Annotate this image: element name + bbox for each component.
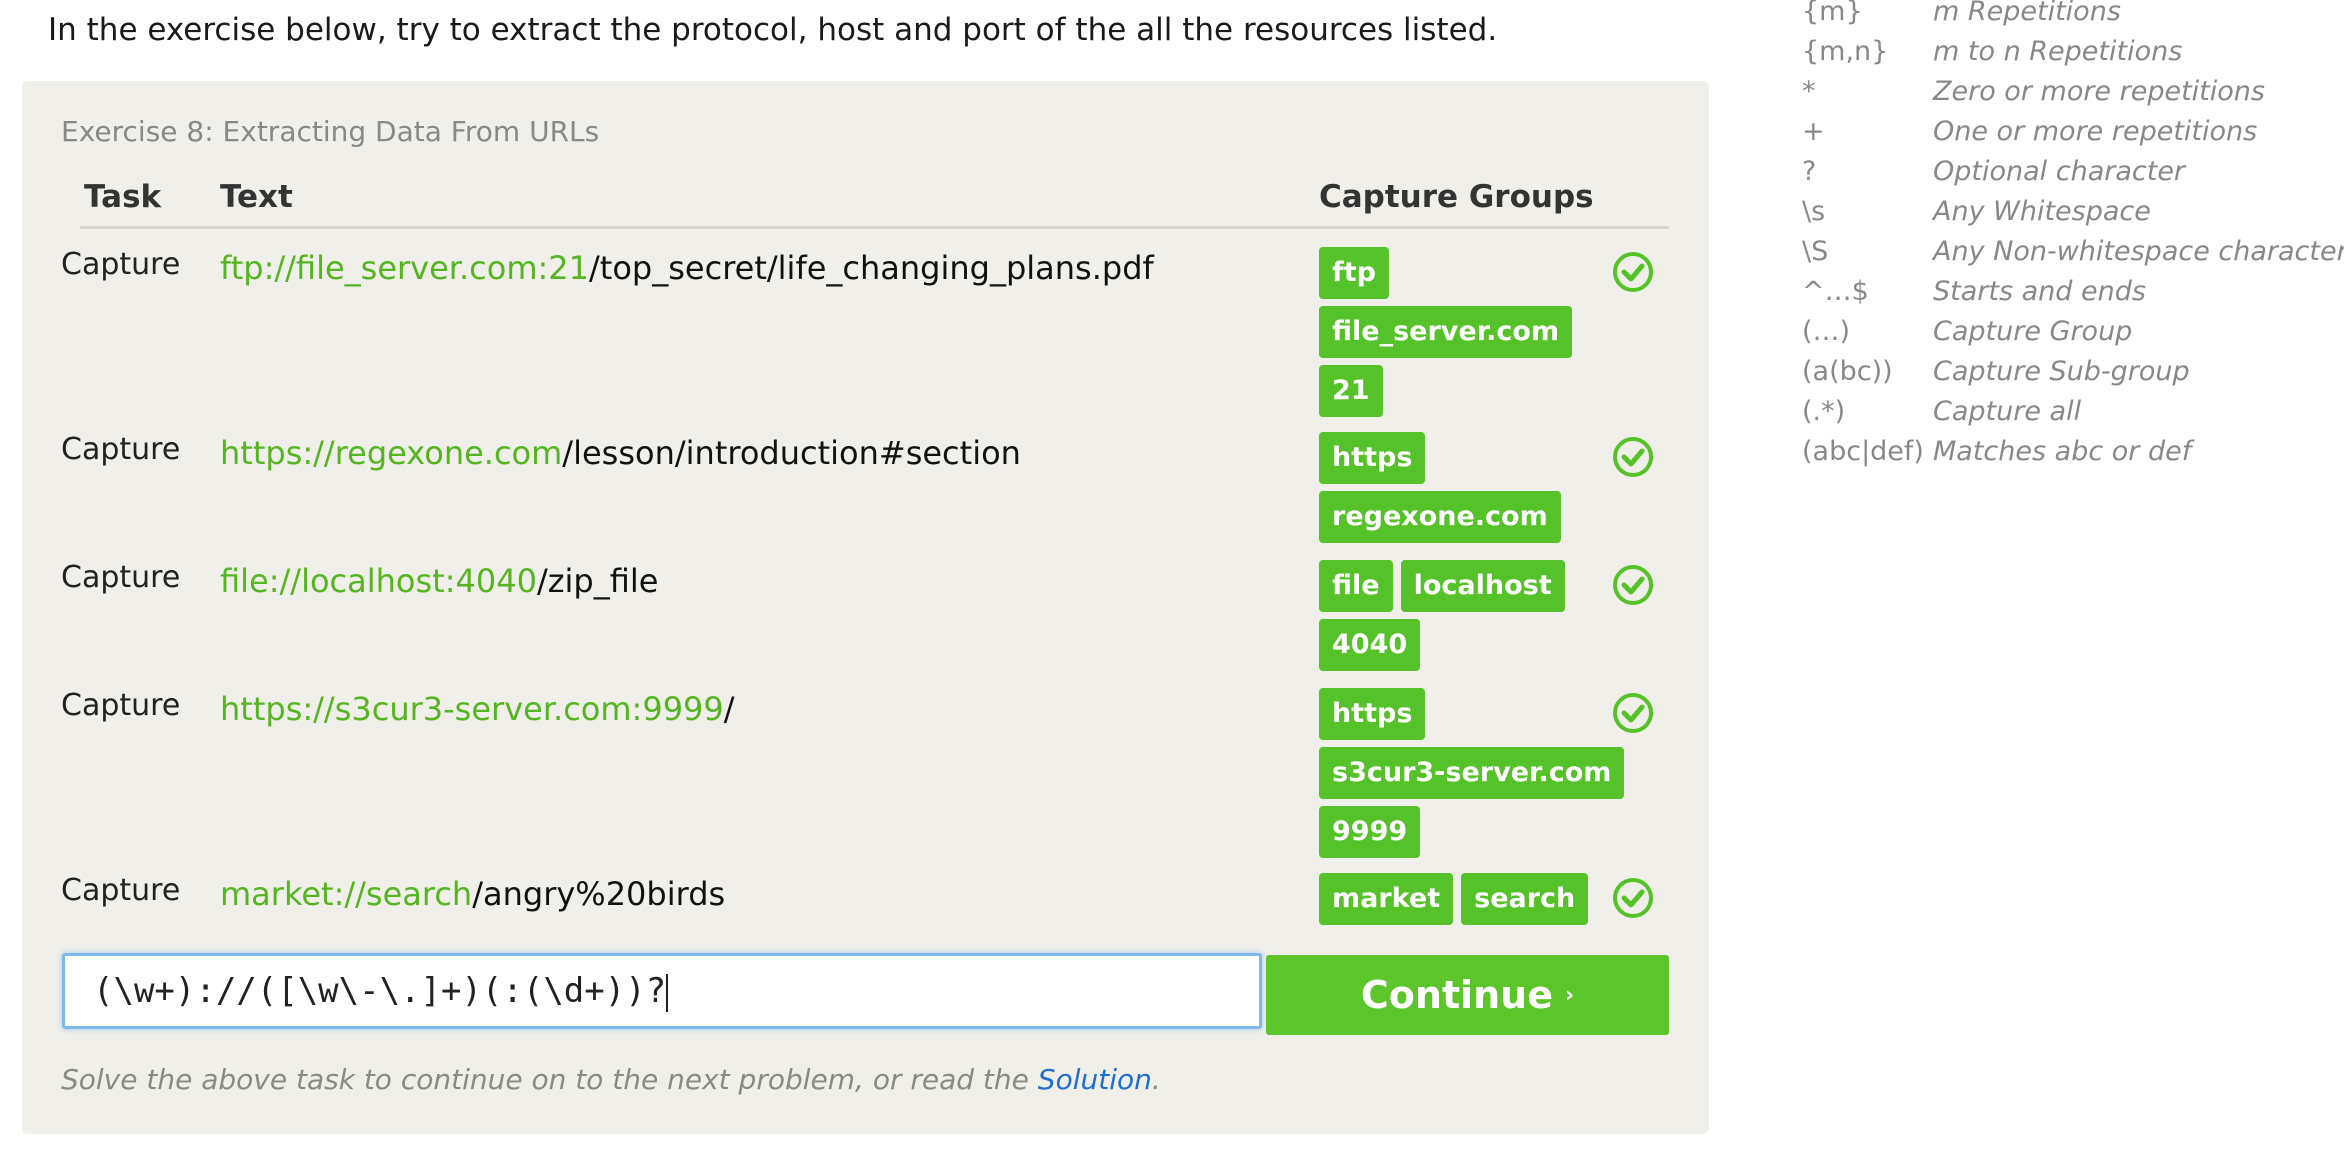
capture-chip: s3cur3-server.com xyxy=(1319,747,1625,799)
cheatsheet-symbol: (.*) xyxy=(1802,396,1846,427)
row-task: Capture xyxy=(61,873,181,908)
capture-chip: 4040 xyxy=(1319,619,1421,671)
check-icon xyxy=(1613,878,1653,918)
capture-chip: https xyxy=(1319,688,1426,740)
row-rest: / xyxy=(723,690,735,728)
check-icon xyxy=(1613,437,1653,477)
row-match: file://localhost:4040 xyxy=(220,562,537,600)
cheatsheet-desc: One or more repetitions xyxy=(1933,116,2258,147)
row-task: Capture xyxy=(61,688,181,723)
cheatsheet-desc: Optional character xyxy=(1933,156,2186,187)
regex-input-value: (\w+)://([\w\-\.]+)(:(\d+))? xyxy=(93,971,667,1011)
footer-text: Solve the above task to continue on to t… xyxy=(61,1063,1038,1096)
continue-button[interactable]: Continue › xyxy=(1266,955,1669,1035)
exercise-intro: In the exercise below, try to extract th… xyxy=(48,12,1498,48)
cheatsheet-symbol: ^…$ xyxy=(1802,276,1869,307)
cheatsheet-desc: m to n Repetitions xyxy=(1933,36,2183,67)
footer-end: . xyxy=(1151,1063,1161,1096)
cheatsheet-symbol: (abc|def) xyxy=(1802,436,1924,467)
cheatsheet-desc: Any Whitespace xyxy=(1933,196,2151,227)
cheatsheet-desc: Capture all xyxy=(1933,396,2082,427)
row-text: https://s3cur3-server.com:9999/ xyxy=(220,690,735,728)
cheatsheet-desc: Starts and ends xyxy=(1933,276,2146,307)
capture-chip: 21 xyxy=(1319,365,1383,417)
capture-chip: localhost xyxy=(1400,560,1565,612)
row-match: ftp://file_server.com:21 xyxy=(220,249,590,287)
cheatsheet-symbol: ? xyxy=(1802,156,1817,187)
row-match: https://regexone.com xyxy=(220,434,563,472)
cheatsheet-symbol: {m} xyxy=(1802,0,1863,27)
exercise-panel: Exercise 8: Extracting Data From URLs Ta… xyxy=(22,81,1709,1134)
cheatsheet-symbol: {m,n} xyxy=(1802,36,1889,67)
capture-chip: file_server.com xyxy=(1319,306,1573,358)
row-text: market://search/angry%20birds xyxy=(220,875,725,913)
row-rest: /angry%20birds xyxy=(472,875,726,913)
capture-chip: 9999 xyxy=(1319,806,1421,858)
cheatsheet-desc: Zero or more repetitions xyxy=(1933,76,2265,107)
row-task: Capture xyxy=(61,432,181,467)
capture-groups: https s3cur3-server.com 9999 xyxy=(1319,688,1625,858)
row-rest: /zip_file xyxy=(536,562,659,600)
row-task: Capture xyxy=(61,247,181,282)
capture-groups: file localhost 4040 xyxy=(1319,560,1589,671)
capture-chip: ftp xyxy=(1319,247,1389,299)
solution-link[interactable]: Solution xyxy=(1038,1063,1152,1096)
cheatsheet-symbol: \S xyxy=(1802,236,1829,267)
row-rest: /lesson/introduction#section xyxy=(562,434,1021,472)
row-text: ftp://file_server.com:21/top_secret/life… xyxy=(220,249,1154,287)
row-match: market://search xyxy=(220,875,473,913)
capture-groups: https regexone.com xyxy=(1319,432,1589,543)
cheatsheet-desc: Capture Group xyxy=(1933,316,2133,347)
capture-groups: ftp file_server.com 21 xyxy=(1319,247,1589,417)
task-header: Task xyxy=(84,179,162,215)
check-icon xyxy=(1613,693,1653,733)
capture-groups: market search xyxy=(1319,873,1589,925)
row-text: file://localhost:4040/zip_file xyxy=(220,562,658,600)
capture-chip: https xyxy=(1319,432,1426,484)
row-task: Capture xyxy=(61,560,181,595)
capture-chip: regexone.com xyxy=(1319,491,1561,543)
capture-chip: file xyxy=(1319,560,1393,612)
row-rest: /top_secret/life_changing_plans.pdf xyxy=(589,249,1154,287)
capture-chip: search xyxy=(1461,873,1589,925)
cheatsheet-symbol: \s xyxy=(1802,196,1826,227)
header-divider xyxy=(80,226,1669,229)
cheatsheet-symbol: (a(bc)) xyxy=(1802,356,1893,387)
footer-hint: Solve the above task to continue on to t… xyxy=(61,1063,1161,1096)
continue-label: Continue xyxy=(1360,973,1554,1017)
cheatsheet-desc: Capture Sub-group xyxy=(1933,356,2190,387)
cheatsheet-symbol: + xyxy=(1802,116,1825,147)
cheatsheet-desc: Matches abc or def xyxy=(1933,436,2192,467)
cheatsheet-symbol: (…) xyxy=(1802,316,1851,347)
text-header: Text xyxy=(220,179,293,215)
cheatsheet-desc: m Repetitions xyxy=(1933,0,2121,27)
chevron-right-icon: › xyxy=(1565,982,1575,1008)
capture-groups-header: Capture Groups xyxy=(1319,179,1594,215)
row-text: https://regexone.com/lesson/introduction… xyxy=(220,434,1021,472)
cheatsheet-symbol: * xyxy=(1802,76,1816,107)
capture-chip: market xyxy=(1319,873,1454,925)
exercise-title: Exercise 8: Extracting Data From URLs xyxy=(61,115,600,148)
text-caret xyxy=(666,973,669,1012)
regex-input[interactable]: (\w+)://([\w\-\.]+)(:(\d+))? xyxy=(62,953,1262,1029)
check-icon xyxy=(1613,565,1653,605)
row-match: https://s3cur3-server.com:9999 xyxy=(220,690,724,728)
check-icon xyxy=(1613,252,1653,292)
cheatsheet-desc: Any Non-whitespace character xyxy=(1933,236,2344,267)
